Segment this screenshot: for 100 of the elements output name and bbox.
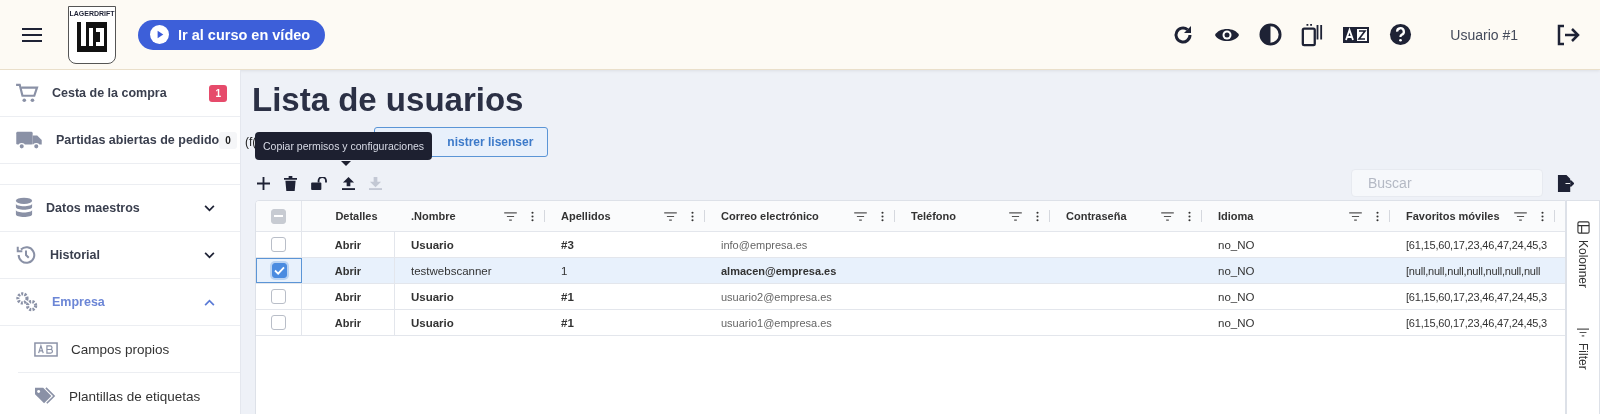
table-cell: #1 [561,290,574,303]
contrast-icon[interactable] [1259,23,1283,46]
open-link[interactable]: Abrir [334,316,362,329]
count-badge: 1 [209,84,227,102]
filter-icon[interactable] [1161,211,1174,221]
user-name[interactable]: Usuario #1 [1450,26,1518,43]
row-checkbox[interactable] [271,289,286,304]
more-icon[interactable] [1541,209,1544,223]
sidebar-label: Empresa [52,295,106,309]
table-cell: 1 [561,264,568,277]
table-row[interactable]: Abrir Usuario #1 usuario1@empresa.es no_NO [61,15,60,17,23,46,47,24,45,3 [256,310,1565,336]
logout-icon[interactable] [1556,23,1580,46]
table-cell: #3 [561,238,574,251]
table-cell: no_NO [1218,316,1255,329]
count-badge: 0 [219,131,237,149]
more-icon[interactable] [1036,209,1039,223]
help-icon[interactable] [1389,23,1413,46]
chevron-down-icon[interactable] [204,204,215,212]
chevron-down-icon[interactable] [204,251,215,259]
history-icon [15,244,37,266]
row-checkbox[interactable] [271,315,286,330]
table-cell: [61,15,60,17,23,46,47,24,45,3 [1406,238,1547,251]
table-cell: no_NO [1218,238,1255,251]
filter-icon[interactable] [1009,211,1022,221]
column-header[interactable]: Correo electrónico [721,210,854,222]
filter-icon[interactable] [504,211,517,221]
more-icon[interactable] [881,209,884,223]
filter-icon [1577,328,1589,338]
column-header[interactable]: Favoritos móviles [1406,210,1514,222]
column-header[interactable]: Detalles [318,210,395,222]
upload-icon[interactable] [342,176,355,190]
columns-icon [1576,221,1590,234]
side-panel-tab[interactable]: Kolonner [1576,221,1590,289]
table-cell: Usuario [411,316,454,329]
sidebar-label: Historial [50,248,101,262]
row-checkbox[interactable] [271,263,287,278]
column-header[interactable]: .Nombre [411,210,504,222]
more-icon[interactable] [1376,209,1379,223]
filter-icon[interactable] [664,211,677,221]
open-link[interactable]: Abrir [334,290,362,303]
export-icon[interactable] [1557,174,1574,192]
side-panel-label: Filter [1576,343,1590,370]
cart-icon [15,83,39,103]
row-checkbox[interactable] [271,237,286,252]
filter-icon[interactable] [1514,211,1527,221]
column-header[interactable]: Contraseña [1066,210,1161,222]
database-icon [15,197,33,219]
sidebar-item[interactable]: Cesta de la compra 1 [0,70,240,117]
side-panel-tab[interactable]: Filter [1576,328,1590,370]
tooltip: Copiar permisos y configuraciones [255,132,433,160]
add-icon[interactable] [257,176,270,190]
open-link[interactable]: Abrir [334,264,362,277]
sidebar-label: Partidas abiertas de pedido [56,133,220,147]
table-row[interactable]: Abrir testwebscanner 1 almacen@empresa.es no_NO [null,null,null,null,null,null,null [256,258,1565,284]
table-cell: usuario2@empresa.es [721,290,832,303]
device-icon[interactable] [1301,22,1324,47]
menu-icon[interactable] [22,27,42,42]
open-link[interactable]: Abrir [334,238,362,251]
table-cell: usuario1@empresa.es [721,316,832,329]
sidebar-item[interactable]: Historial [0,232,240,279]
side-panel-label: Kolonner [1576,240,1590,289]
sidebar-label: Datos maestros [46,201,141,215]
sidebar-subitem[interactable]: Campos propios [18,326,240,373]
table-cell: Usuario [411,290,454,303]
table-cell: testwebscanner [411,264,492,277]
sidebar-label: Cesta de la compra [52,86,168,100]
table-cell: no_NO [1218,264,1255,277]
page-title: Lista de usuarios [252,80,525,120]
sidebar-label: Plantillas de etiquetas [69,388,202,404]
text-field-icon [34,341,58,357]
table-row[interactable]: Abrir Usuario #1 usuario2@empresa.es no_NO [61,15,60,17,23,46,47,24,45,3 [256,284,1565,310]
table-cell: [61,15,60,17,23,46,47,24,45,3 [1406,316,1547,329]
more-icon[interactable] [1188,209,1191,223]
filter-icon[interactable] [854,211,867,221]
table-cell: almacen@empresa.es [721,264,837,277]
column-header[interactable]: Idioma [1218,210,1349,222]
unlock-icon[interactable] [311,176,328,190]
sidebar-subitem[interactable]: Plantillas de etiquetas [18,373,240,414]
video-course-button[interactable]: Ir al curso en vídeo [138,19,326,50]
table-cell: [null,null,null,null,null,null,null [1406,264,1541,277]
table-cell: Usuario [411,238,454,251]
sidebar-label: Campos propios [71,341,171,357]
truck-icon [15,130,43,150]
column-header[interactable]: Teléfono [911,210,1009,222]
chevron-up-icon[interactable] [204,298,215,306]
filter-icon[interactable] [1349,211,1362,221]
select-all-checkbox[interactable] [271,208,286,224]
gears-icon [15,292,39,312]
sidebar-item[interactable]: Partidas abiertas de pedido 0 [0,117,240,164]
table-cell: no_NO [1218,290,1255,303]
table-cell: #1 [561,316,574,329]
more-icon[interactable] [531,209,534,223]
sidebar-item[interactable]: Datos maestros [0,185,240,232]
tooltip-pointer [341,161,351,166]
trash-icon[interactable] [284,175,297,191]
more-icon[interactable] [691,209,694,223]
translate-icon[interactable] [1342,25,1371,44]
search-field[interactable]: Buscar [1351,169,1543,197]
column-header[interactable]: Apellidos [561,210,664,222]
play-icon [150,25,169,44]
